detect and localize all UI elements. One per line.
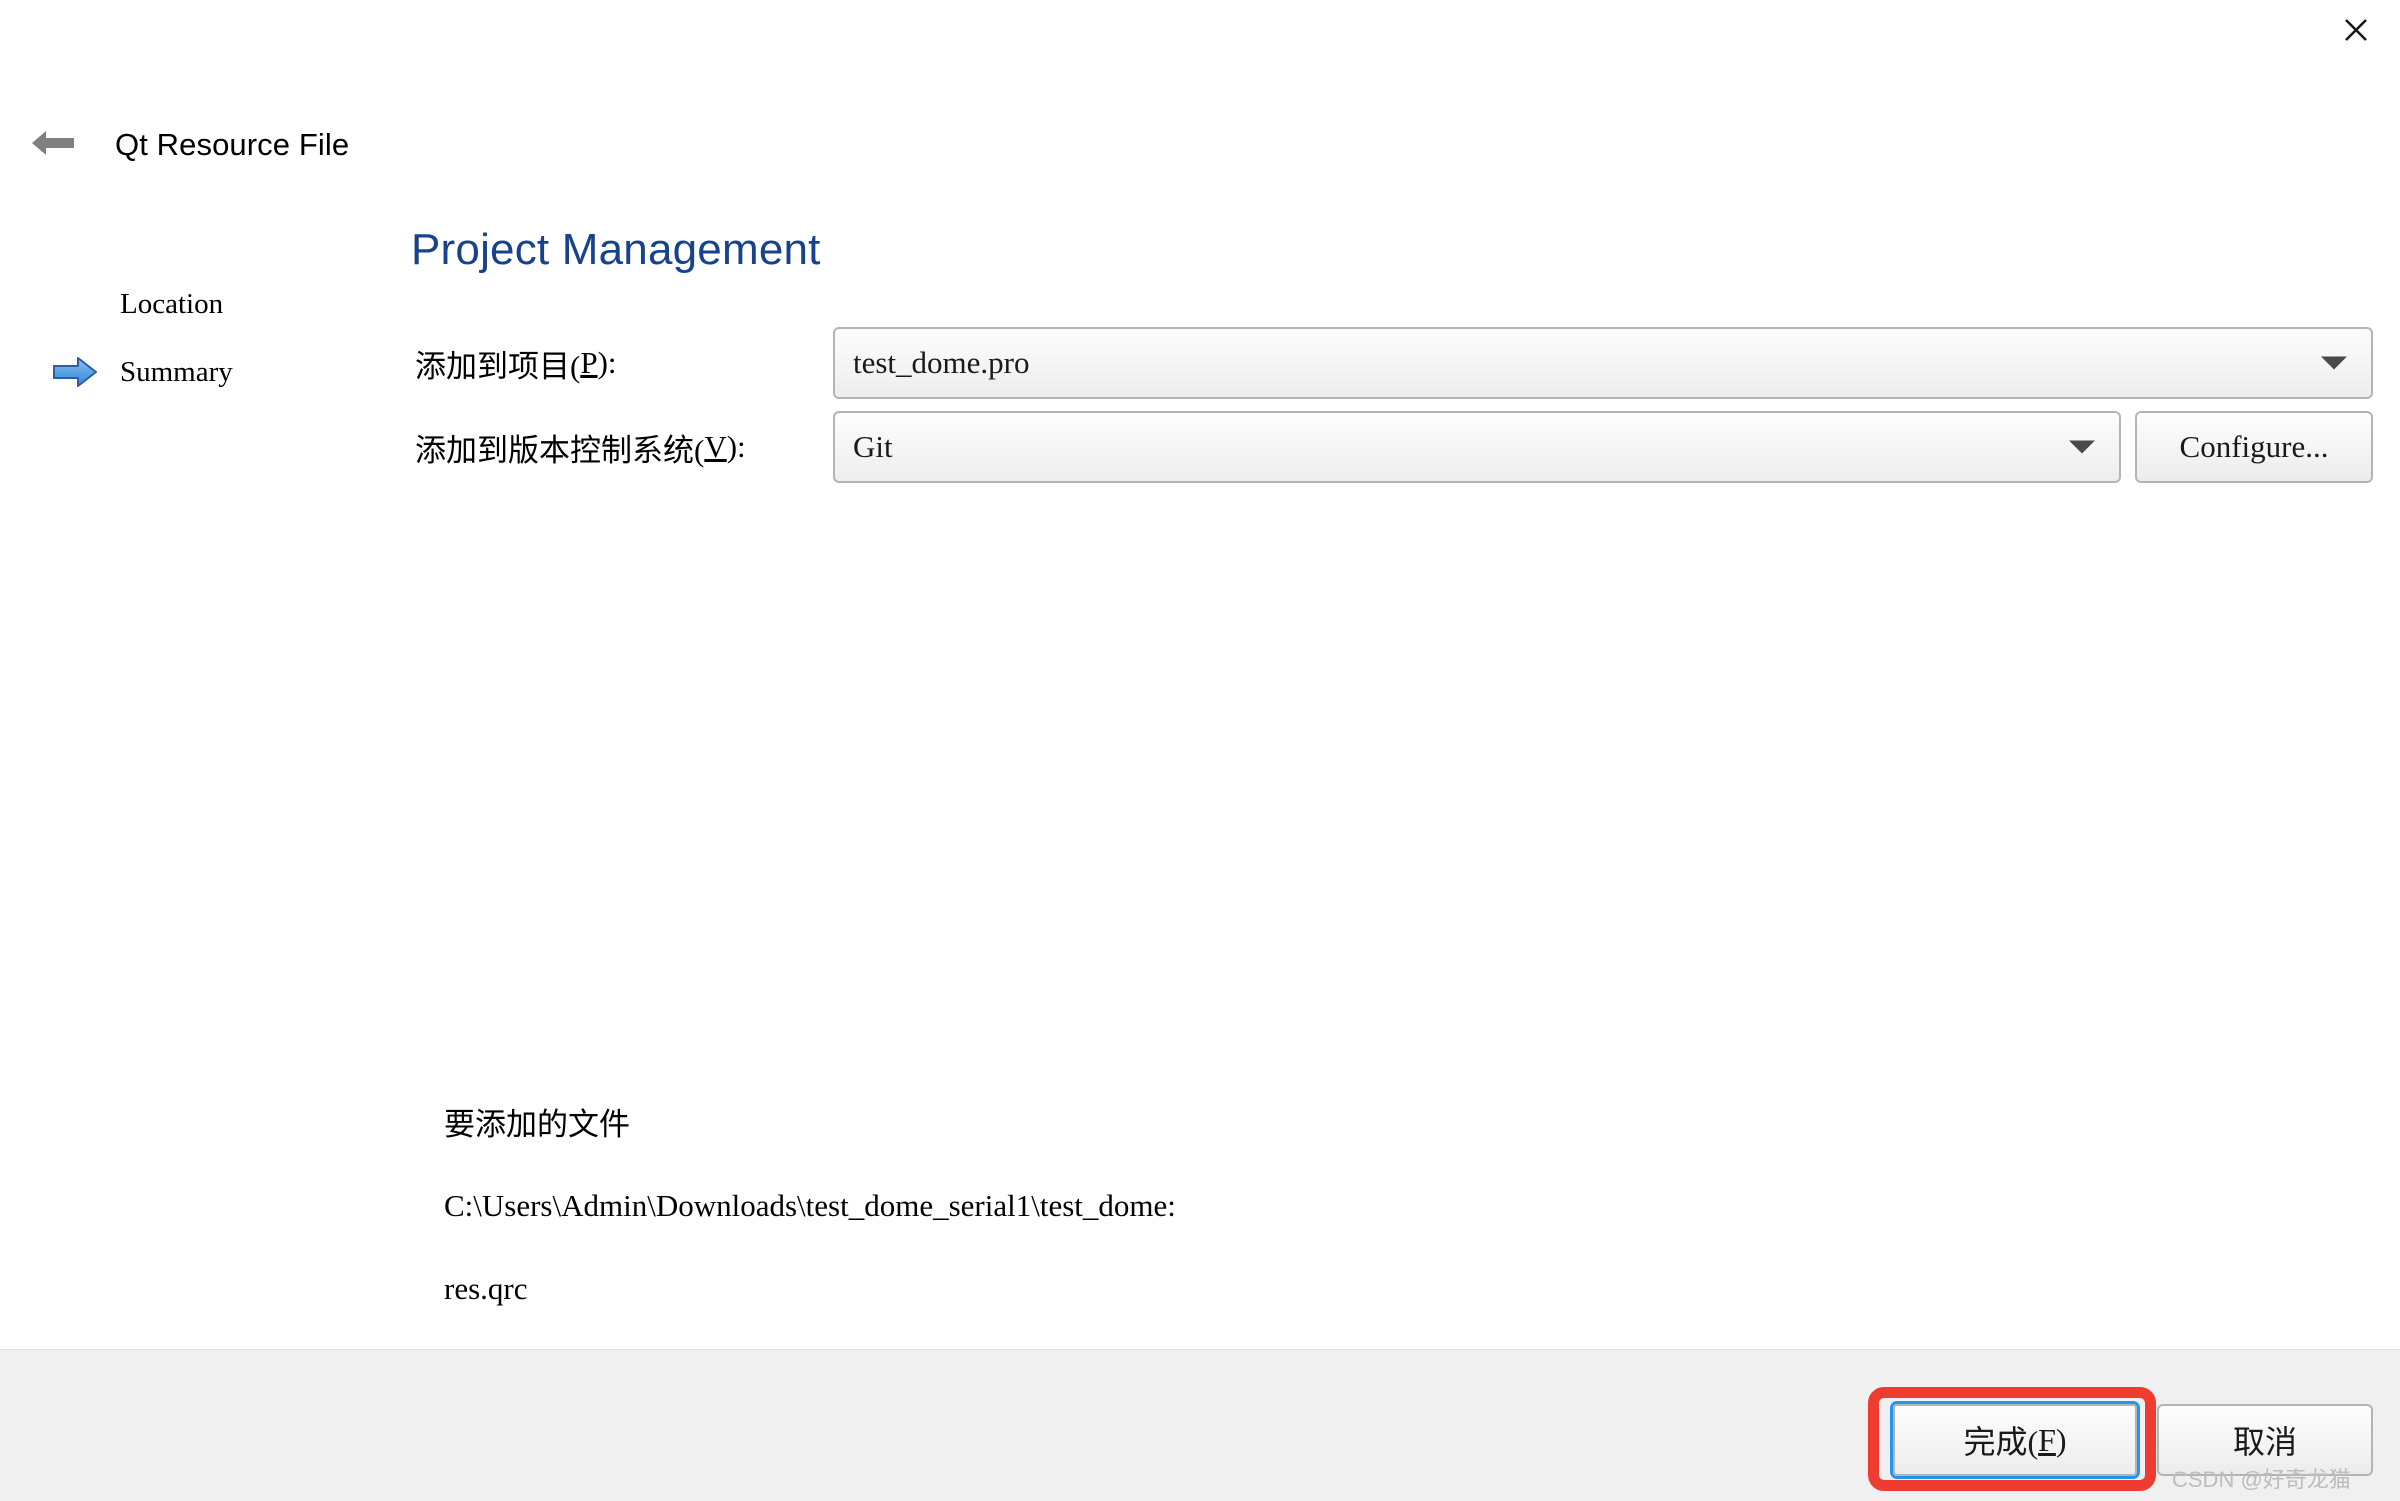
label-suffix: ): <box>726 429 746 464</box>
watermark: CSDN @好奇龙猫 <box>2172 1467 2351 1492</box>
label-mnemonic: V <box>704 429 727 464</box>
label-mnemonic: P <box>580 345 598 380</box>
add-to-project-value: test_dome.pro <box>853 345 1030 380</box>
arrow-left-icon <box>30 126 76 165</box>
sidebar-item-label: Summary <box>120 355 233 388</box>
add-to-vcs-combobox[interactable]: Git <box>833 411 2121 483</box>
close-icon <box>2343 17 2369 43</box>
wizard-title: Qt Resource File <box>115 127 350 162</box>
arrow-right-blue-icon <box>52 355 98 389</box>
back-button[interactable] <box>25 125 81 165</box>
finish-suffix: ) <box>2055 1421 2067 1458</box>
window-close-button[interactable] <box>2312 0 2400 60</box>
chevron-down-icon <box>2069 440 2095 454</box>
finish-mnemonic: F <box>2038 1421 2056 1458</box>
files-to-add-path: C:\Users\Admin\Downloads\test_dome_seria… <box>444 1188 1176 1223</box>
files-to-add-file: res.qrc <box>444 1271 528 1306</box>
add-to-project-combobox[interactable]: test_dome.pro <box>833 327 2373 399</box>
sidebar-item-summary[interactable]: Summary <box>0 338 400 406</box>
files-to-add-title: 要添加的文件 <box>444 1107 630 1142</box>
add-to-project-label: 添加到项目(P): <box>415 327 617 399</box>
sidebar-item-label: Location <box>120 287 224 320</box>
wizard-header: Qt Resource File <box>0 110 2400 180</box>
sidebar-item-location[interactable]: Location <box>0 270 400 338</box>
configure-button[interactable]: Configure... <box>2135 411 2373 483</box>
files-to-add-section: 要添加的文件 C:\Users\Admin\Downloads\test_dom… <box>444 1105 1176 1309</box>
label-prefix: 添加到版本控制系统( <box>415 432 705 468</box>
page-title: Project Management <box>411 225 821 274</box>
wizard-steps-sidebar: Location Summary <box>0 270 400 406</box>
finish-button[interactable]: 完成(F) <box>1893 1404 2137 1476</box>
finish-prefix: 完成( <box>1963 1424 2039 1460</box>
chevron-down-icon <box>2321 356 2347 370</box>
add-to-vcs-value: Git <box>853 429 893 464</box>
label-suffix: ): <box>597 345 617 380</box>
label-prefix: 添加到项目( <box>415 348 581 384</box>
add-to-vcs-label: 添加到版本控制系统(V): <box>415 411 746 483</box>
